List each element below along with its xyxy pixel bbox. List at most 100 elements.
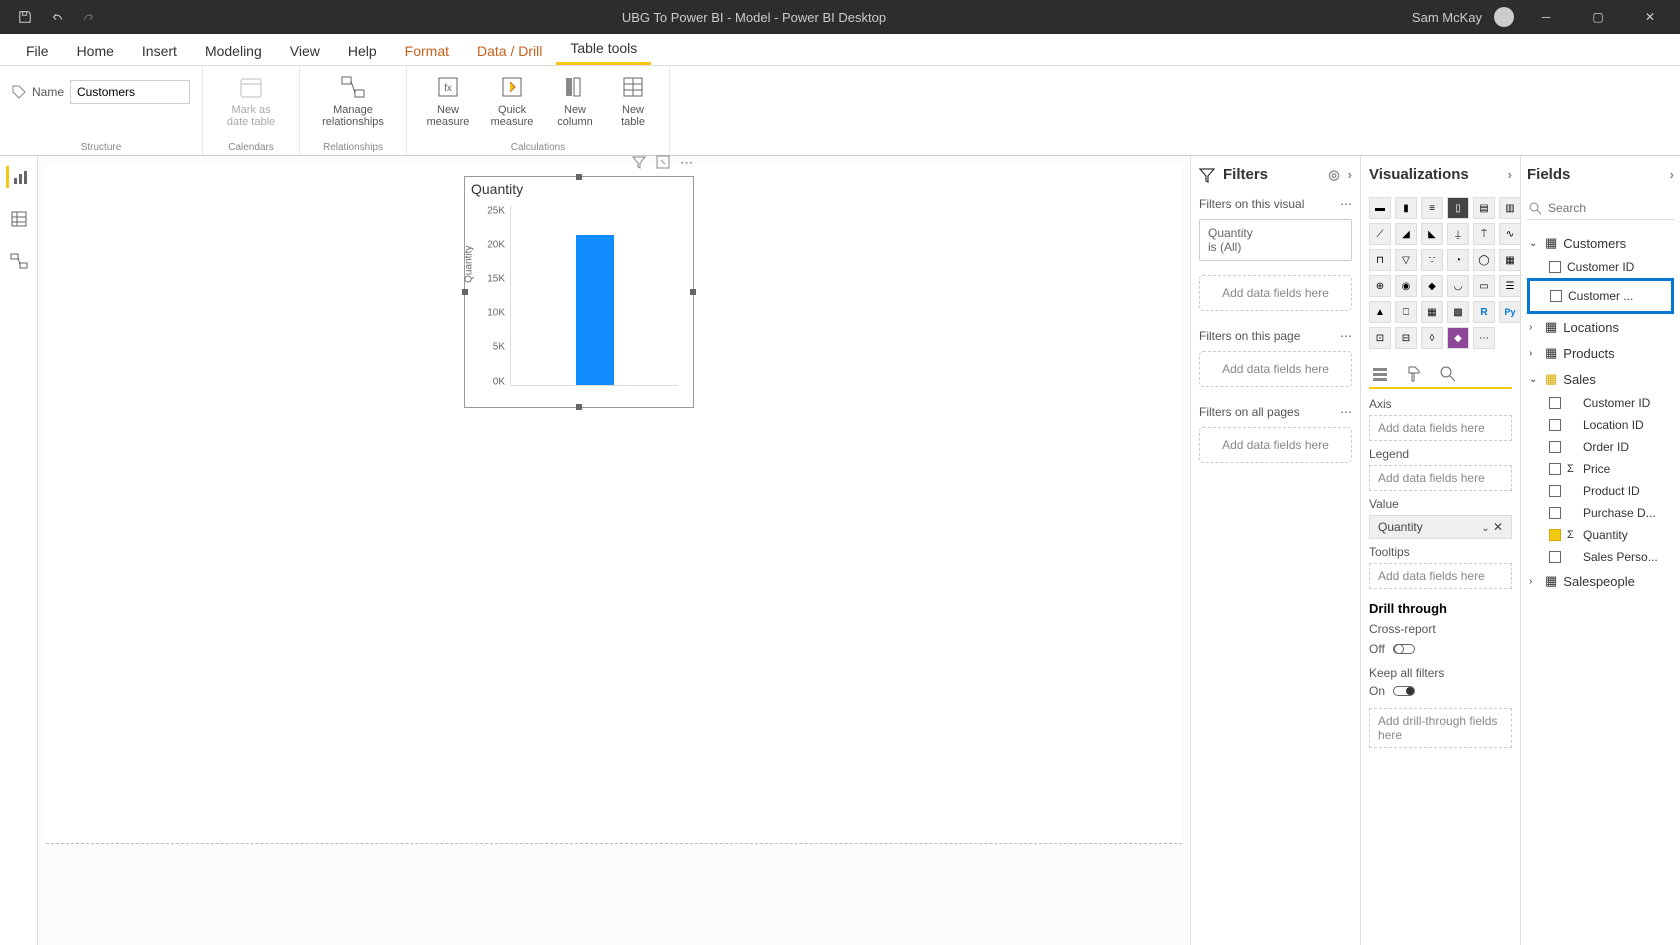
viz-line-column2-icon[interactable]: ⍑ <box>1473 223 1495 245</box>
user-avatar-icon[interactable] <box>1494 7 1514 27</box>
viz-scatter-icon[interactable]: ∵ <box>1421 249 1443 271</box>
remove-icon[interactable]: ✕ <box>1493 520 1503 534</box>
viz-clustered-column-icon[interactable]: ▯ <box>1447 197 1469 219</box>
legend-dropzone[interactable]: Add data fields here <box>1369 465 1512 491</box>
collapse-icon[interactable]: › <box>1508 167 1512 182</box>
chart-visual[interactable]: ⋯ Quantity Quantity 25K 20K 15K 10K 5K 0… <box>464 176 694 408</box>
field-sales-location-id[interactable]: Location ID <box>1527 414 1674 436</box>
viz-donut-icon[interactable]: ◯ <box>1473 249 1495 271</box>
minimize-button[interactable]: ─ <box>1526 0 1566 34</box>
chevron-down-icon[interactable]: ⌄ <box>1481 523 1489 534</box>
field-sales-product-id[interactable]: Product ID <box>1527 480 1674 502</box>
format-tab-icon[interactable] <box>1405 365 1423 383</box>
search-box[interactable] <box>1527 197 1674 220</box>
viz-key-influencers-icon[interactable]: ⊡ <box>1369 327 1391 349</box>
viz-100-bar-icon[interactable]: ▤ <box>1473 197 1495 219</box>
manage-relationships-button[interactable]: Manage relationships <box>312 70 394 130</box>
viz-custom-icon[interactable]: ◆ <box>1447 327 1469 349</box>
field-sales-quantity[interactable]: ΣQuantity <box>1527 524 1674 546</box>
viz-treemap-icon[interactable]: ▦ <box>1499 249 1520 271</box>
viz-line-icon[interactable]: ⟋ <box>1369 223 1391 245</box>
fields-tab-icon[interactable] <box>1371 365 1389 383</box>
data-view-button[interactable] <box>8 208 30 230</box>
redo-icon[interactable] <box>82 10 96 24</box>
table-salespeople[interactable]: ›▦Salespeople <box>1527 568 1674 594</box>
viz-card-icon[interactable]: ▭ <box>1473 275 1495 297</box>
new-table-button[interactable]: New table <box>609 70 657 130</box>
filter-card[interactable]: Quantity is (All) <box>1199 219 1352 261</box>
viz-decomp-icon[interactable]: ⊟ <box>1395 327 1417 349</box>
user-name[interactable]: Sam McKay <box>1412 10 1482 25</box>
more-icon[interactable]: ⋯ <box>1340 329 1352 343</box>
viz-stacked-bar-icon[interactable]: ▬ <box>1369 197 1391 219</box>
field-sales-customer-id[interactable]: Customer ID <box>1527 392 1674 414</box>
add-all-filter[interactable]: Add data fields here <box>1199 427 1352 463</box>
close-button[interactable]: ✕ <box>1630 0 1670 34</box>
viz-get-more-icon[interactable]: ⋯ <box>1473 327 1495 349</box>
field-customer-id[interactable]: Customer ID <box>1527 256 1674 278</box>
viz-filled-map-icon[interactable]: ◉ <box>1395 275 1417 297</box>
viz-ribbon-icon[interactable]: ∿ <box>1499 223 1520 245</box>
field-sales-price[interactable]: ΣPrice <box>1527 458 1674 480</box>
eye-icon[interactable]: ◎ <box>1328 167 1339 183</box>
viz-table-icon[interactable]: ▦ <box>1421 301 1443 323</box>
viz-r-icon[interactable]: R <box>1473 301 1495 323</box>
more-icon[interactable]: ⋯ <box>1340 405 1352 419</box>
highlighted-field[interactable]: Customer ... <box>1527 278 1674 314</box>
drill-through-dropzone[interactable]: Add drill-through fields here <box>1369 708 1512 748</box>
viz-stacked-column-icon[interactable]: ▮ <box>1395 197 1417 219</box>
value-pill[interactable]: Quantity ⌄ ✕ <box>1369 515 1512 539</box>
model-view-button[interactable] <box>8 250 30 272</box>
undo-icon[interactable] <box>50 10 64 24</box>
filter-icon[interactable] <box>632 155 646 171</box>
name-input[interactable] <box>70 80 190 104</box>
menu-home[interactable]: Home <box>63 37 128 65</box>
menu-view[interactable]: View <box>276 37 334 65</box>
more-icon[interactable]: ⋯ <box>1340 197 1352 211</box>
keep-filters-toggle[interactable] <box>1393 686 1415 696</box>
viz-area-icon[interactable]: ◢ <box>1395 223 1417 245</box>
table-products[interactable]: ›▦Products <box>1527 340 1674 366</box>
viz-kpi-icon[interactable]: ▲ <box>1369 301 1391 323</box>
viz-matrix-icon[interactable]: ▩ <box>1447 301 1469 323</box>
collapse-icon[interactable]: › <box>1348 167 1352 182</box>
menu-help[interactable]: Help <box>334 37 391 65</box>
field-sales-order-id[interactable]: Order ID <box>1527 436 1674 458</box>
new-column-button[interactable]: New column <box>547 70 603 130</box>
focus-mode-icon[interactable] <box>656 155 670 171</box>
cross-report-toggle[interactable] <box>1393 644 1415 654</box>
analytics-tab-icon[interactable] <box>1439 365 1457 383</box>
menu-data-drill[interactable]: Data / Drill <box>463 37 556 65</box>
viz-map-icon[interactable]: ⊕ <box>1369 275 1391 297</box>
viz-funnel-icon[interactable]: ▽ <box>1395 249 1417 271</box>
canvas-page[interactable]: ⋯ Quantity Quantity 25K 20K 15K 10K 5K 0… <box>46 164 1182 844</box>
table-locations[interactable]: ›▦Locations <box>1527 314 1674 340</box>
search-input[interactable] <box>1548 201 1672 215</box>
maximize-button[interactable]: ▢ <box>1578 0 1618 34</box>
save-icon[interactable] <box>18 10 32 24</box>
menu-modeling[interactable]: Modeling <box>191 37 276 65</box>
new-measure-button[interactable]: fx New measure <box>419 70 477 130</box>
menu-format[interactable]: Format <box>391 37 463 65</box>
viz-pie-icon[interactable]: ◔ <box>1447 249 1469 271</box>
quick-measure-button[interactable]: Quick measure <box>483 70 541 130</box>
mark-date-button[interactable]: Mark as date table <box>215 70 287 130</box>
bar[interactable] <box>576 235 614 385</box>
add-visual-filter[interactable]: Add data fields here <box>1199 275 1352 311</box>
viz-gauge-icon[interactable]: ◡ <box>1447 275 1469 297</box>
menu-insert[interactable]: Insert <box>128 37 191 65</box>
more-options-icon[interactable]: ⋯ <box>680 155 693 171</box>
add-page-filter[interactable]: Add data fields here <box>1199 351 1352 387</box>
report-view-button[interactable] <box>6 166 28 188</box>
viz-line-column-icon[interactable]: ⍊ <box>1447 223 1469 245</box>
table-sales[interactable]: ⌄▦Sales <box>1527 366 1674 392</box>
table-customers[interactable]: ⌄▦Customers <box>1527 230 1674 256</box>
axis-dropzone[interactable]: Add data fields here <box>1369 415 1512 441</box>
menu-table-tools[interactable]: Table tools <box>556 34 651 65</box>
viz-slicer-icon[interactable]: ⎕ <box>1395 301 1417 323</box>
field-sales-purchase-d[interactable]: Purchase D... <box>1527 502 1674 524</box>
menu-file[interactable]: File <box>12 37 63 65</box>
report-canvas[interactable]: ⋯ Quantity Quantity 25K 20K 15K 10K 5K 0… <box>38 156 1190 945</box>
viz-qa-icon[interactable]: ◊ <box>1421 327 1443 349</box>
tooltips-dropzone[interactable]: Add data fields here <box>1369 563 1512 589</box>
